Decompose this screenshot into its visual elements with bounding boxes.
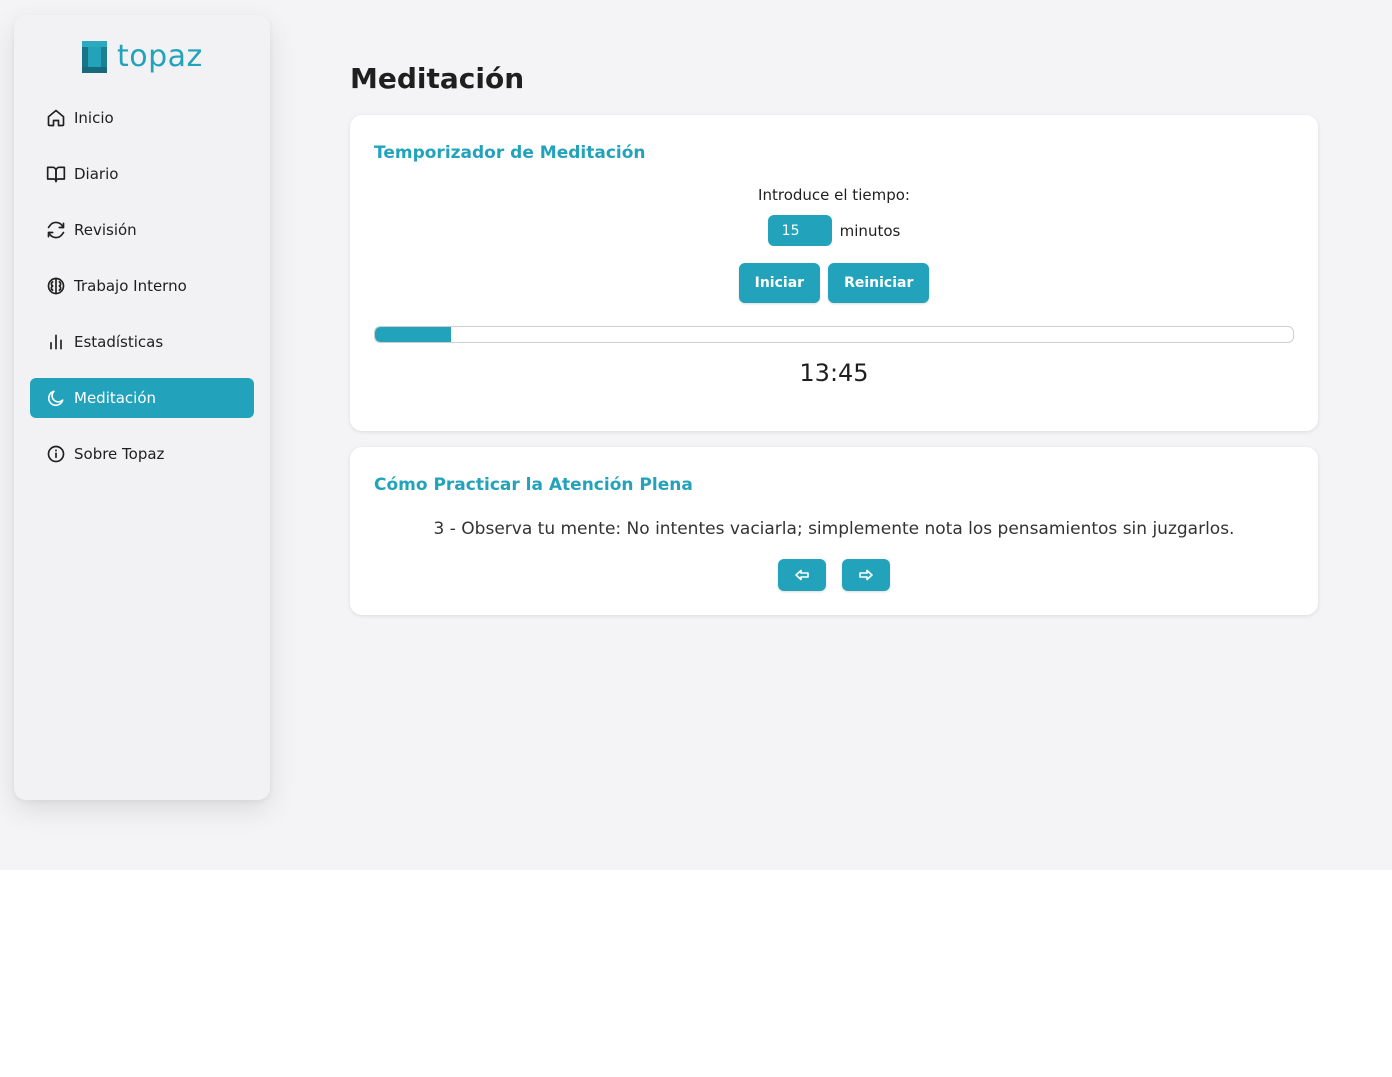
sidebar-item-label: Sobre Topaz	[74, 445, 165, 463]
book-icon	[46, 166, 66, 183]
start-button[interactable]: Iniciar	[738, 263, 821, 303]
sidebar-item-estadisticas[interactable]: Estadísticas	[30, 322, 254, 362]
timer-progress-bar	[374, 326, 1294, 343]
next-tip-button[interactable]	[842, 559, 890, 591]
sidebar-item-inicio[interactable]: Inicio	[30, 98, 254, 138]
timer-buttons: Iniciar Reiniciar	[350, 263, 1318, 303]
arrow-left-icon	[795, 569, 809, 581]
sidebar-item-revision[interactable]: Revisión	[30, 210, 254, 250]
tip-navigation	[350, 559, 1318, 591]
reset-button[interactable]: Reiniciar	[828, 263, 930, 303]
brain-icon	[47, 277, 65, 295]
timer-progress-fill	[375, 327, 452, 342]
sidebar-item-label: Inicio	[74, 109, 114, 127]
brand-name: topaz	[117, 39, 203, 74]
sidebar-item-label: Trabajo Interno	[74, 277, 187, 295]
arrow-right-icon	[859, 569, 873, 581]
moon-icon	[47, 390, 64, 407]
time-remaining: 13:45	[799, 359, 869, 387]
sidebar-item-trabajo-interno[interactable]: Trabajo Interno	[30, 266, 254, 306]
minutes-unit-label: minutos	[839, 221, 901, 240]
minutes-input[interactable]	[767, 215, 832, 246]
bar-chart-icon	[50, 334, 62, 350]
previous-tip-button[interactable]	[778, 559, 826, 591]
current-tip-text: 3 - Observa tu mente: No intentes vaciar…	[433, 519, 1235, 539]
sidebar-item-label: Estadísticas	[74, 333, 164, 351]
sidebar-item-label: Revisión	[74, 221, 137, 239]
logo[interactable]: topaz	[82, 41, 203, 73]
app-background: topaz Inicio Diario Revisión Trabajo Int…	[0, 0, 1392, 870]
timer-card-title: Temporizador de Meditación	[374, 143, 646, 163]
sidebar-nav: Inicio Diario Revisión Trabajo Interno E…	[30, 98, 254, 490]
timer-card: Temporizador de Meditación Introduce el …	[350, 115, 1318, 431]
mindfulness-tips-card: Cómo Practicar la Atención Plena 3 - Obs…	[350, 447, 1318, 615]
timer-input-row: minutos	[350, 215, 1318, 246]
sidebar-item-meditacion[interactable]: Meditación	[30, 378, 254, 418]
timer-prompt: Introduce el tiempo:	[758, 186, 910, 204]
refresh-icon	[47, 221, 65, 239]
sidebar-item-label: Meditación	[74, 389, 157, 407]
page-title: Meditación	[350, 62, 525, 95]
sidebar-item-label: Diario	[74, 165, 119, 183]
sidebar-item-diario[interactable]: Diario	[30, 154, 254, 194]
sidebar-item-sobre-topaz[interactable]: Sobre Topaz	[30, 434, 254, 474]
tips-card-title: Cómo Practicar la Atención Plena	[374, 475, 693, 495]
home-icon	[47, 109, 65, 127]
topaz-logo-icon	[82, 41, 107, 73]
sidebar: topaz Inicio Diario Revisión Trabajo Int…	[14, 15, 270, 800]
info-icon	[47, 445, 65, 463]
